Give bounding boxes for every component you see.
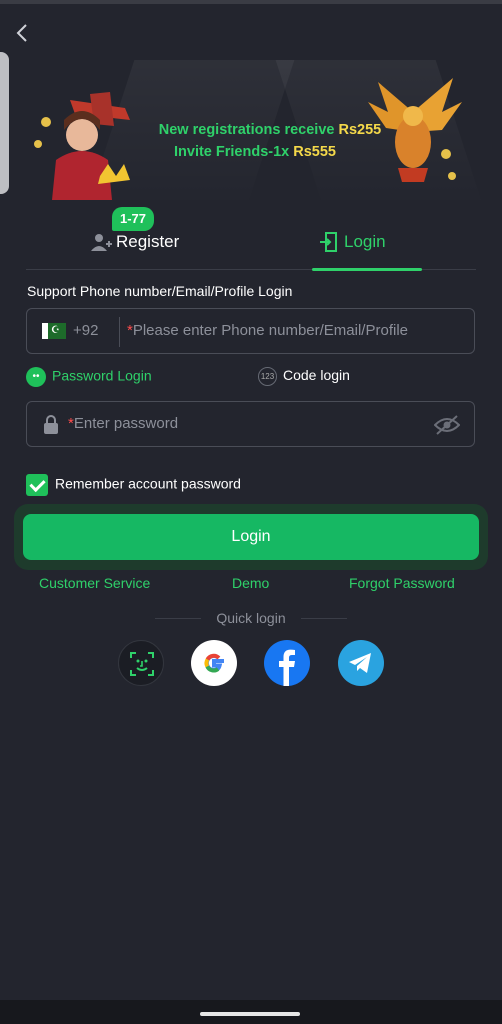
home-indicator[interactable] <box>200 1012 300 1016</box>
code-login-option[interactable]: 123 Code login <box>258 367 350 386</box>
google-icon <box>204 653 224 673</box>
password-login-option[interactable]: •• Password Login <box>26 367 152 387</box>
back-arrow-icon[interactable] <box>10 20 36 46</box>
face-id-icon <box>130 652 154 676</box>
tab-login-label: Login <box>344 232 386 251</box>
active-tab-indicator <box>312 268 422 271</box>
telegram-login-button[interactable] <box>338 640 384 686</box>
promo-amount-2: Rs555 <box>293 144 336 160</box>
facebook-icon <box>279 649 295 686</box>
hide-password-icon[interactable] <box>434 415 460 435</box>
telegram-icon <box>349 653 371 673</box>
pakistan-flag-icon[interactable]: ☪ <box>42 323 66 339</box>
phone-field[interactable]: ☪ +92 *Please enter Phone number/Email/P… <box>26 308 475 354</box>
checkbox-checked-icon[interactable] <box>26 474 48 496</box>
tab-register-label: Register <box>116 232 180 251</box>
login-button-glow: Login <box>14 504 488 570</box>
auth-tabs: Register Login <box>26 210 476 271</box>
remember-password-checkbox[interactable]: Remember account password <box>26 474 241 496</box>
lock-icon <box>44 415 58 434</box>
quick-login-divider-right <box>301 618 347 619</box>
add-user-icon <box>91 234 112 251</box>
demo-link[interactable]: Demo <box>232 575 269 591</box>
promo-banner[interactable]: New registrations receive Rs255 Invite F… <box>0 60 502 200</box>
pilot-girl-illustration <box>34 92 130 200</box>
phone-input-placeholder[interactable]: *Please enter Phone number/Email/Profile <box>127 322 408 339</box>
number-code-icon: 123 <box>258 367 277 386</box>
status-bar-strip <box>0 0 502 4</box>
face-id-login-button[interactable] <box>118 640 164 686</box>
tab-login[interactable]: Login <box>312 210 422 271</box>
field-divider <box>119 317 120 347</box>
login-door-icon <box>320 232 337 252</box>
register-bonus-badge: 1-77 <box>112 207 155 231</box>
login-support-hint: Support Phone number/Email/Profile Login <box>27 283 293 299</box>
login-button[interactable]: Login <box>23 514 479 560</box>
golden-eagle-illustration <box>368 78 462 182</box>
password-field[interactable]: *Enter password <box>26 401 475 447</box>
password-dots-icon: •• <box>26 367 46 387</box>
facebook-login-button[interactable] <box>264 640 310 686</box>
customer-service-link[interactable]: Customer Service <box>39 575 150 591</box>
password-input-placeholder[interactable]: *Enter password <box>68 415 178 432</box>
quick-login-title: Quick login <box>216 610 286 626</box>
forgot-password-link[interactable]: Forgot Password <box>349 575 455 591</box>
country-code[interactable]: +92 <box>73 322 98 339</box>
google-login-button[interactable] <box>191 640 237 686</box>
